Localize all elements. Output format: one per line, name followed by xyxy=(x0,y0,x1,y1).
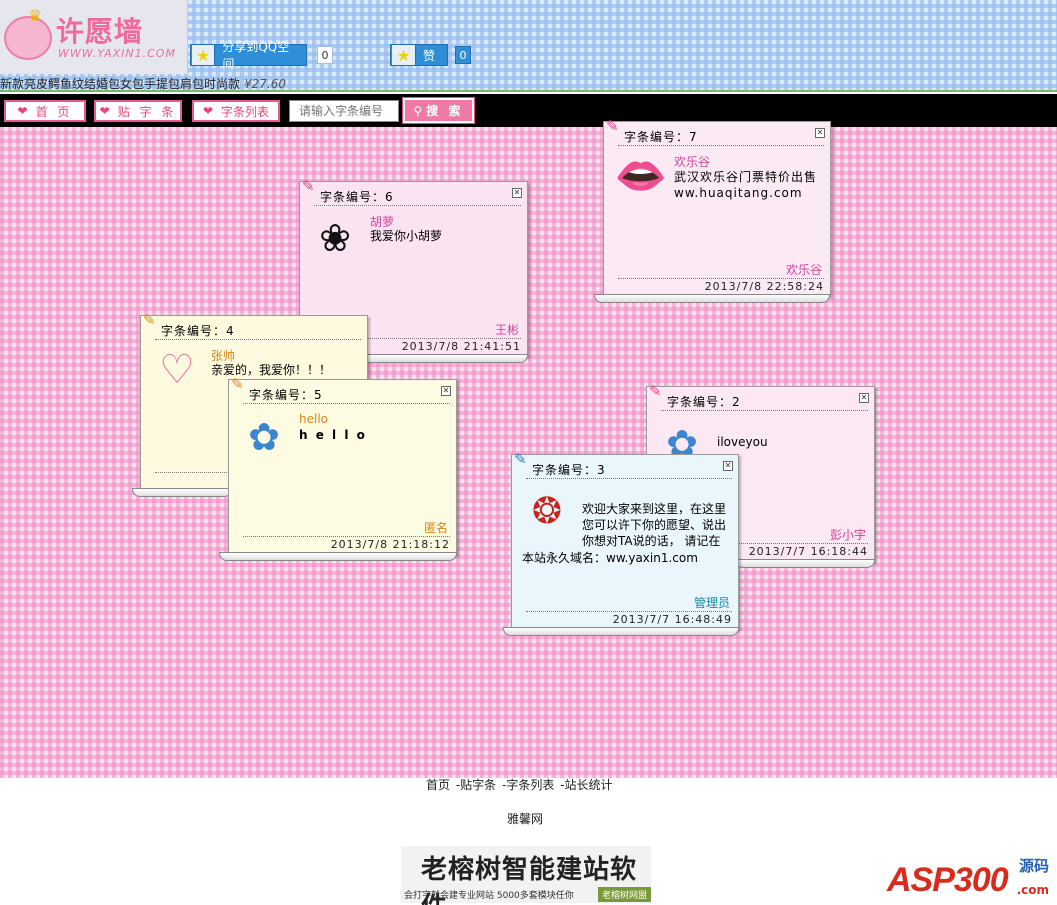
close-icon[interactable]: ✕ xyxy=(441,386,451,396)
note-curl xyxy=(132,488,232,497)
heart-icon: ❤ xyxy=(202,104,214,118)
note-curl xyxy=(503,627,739,636)
note-message: h e l l o xyxy=(299,428,367,442)
star-icon: ★ xyxy=(392,45,416,65)
note-date: 2013/7/7 16:48:49 xyxy=(612,613,732,626)
note-name: hello xyxy=(299,412,328,426)
nav-home-button[interactable]: ❤ 首 页 xyxy=(4,100,86,122)
search-button[interactable]: ⚲ 搜 索 xyxy=(402,97,475,124)
note-date: 2013/7/8 22:58:24 xyxy=(704,280,824,293)
note-label: 字条编号：2 xyxy=(667,395,741,409)
search-input[interactable] xyxy=(289,100,399,122)
like-label: 赞 xyxy=(423,48,436,63)
note-label: 字条编号：4 xyxy=(161,324,235,338)
banner-tag: 老榕树网盟 xyxy=(597,887,651,902)
note-message: 我爱你小胡萝 xyxy=(370,229,443,243)
crown-icon: ♛ xyxy=(28,6,43,25)
pin-icon: ✎ xyxy=(649,382,662,400)
share-qq-label: 分享到QQ空间 xyxy=(222,40,290,71)
note-label: 字条编号：5 xyxy=(249,388,323,402)
love-heart-icon: ♡ xyxy=(159,347,195,393)
note-message: 欢迎大家来到这里，在这里您可以许下你的愿望、说出你想对TA说的话， 请记在 xyxy=(582,502,727,548)
ad-price: ¥27.60 xyxy=(244,77,287,91)
site-logo[interactable]: ♛ 许愿墙 WWW.YAXIN1.COM xyxy=(0,0,188,74)
banner-subtitle: 会打字就会建专业网站 5000多套模块任你 xyxy=(404,891,574,901)
close-icon[interactable]: ✕ xyxy=(815,128,825,138)
fortune-bag-icon: ❂ xyxy=(531,491,563,532)
like-button[interactable]: ★ 赞 xyxy=(390,44,448,66)
rose-icon: ❀ xyxy=(319,216,351,260)
footer-link-post[interactable]: -贴字条 xyxy=(456,778,496,792)
pin-icon: ✎ xyxy=(302,177,315,195)
divider xyxy=(618,278,824,279)
share-qq-button[interactable]: ★ 分享到QQ空间 xyxy=(190,40,307,71)
note-message: 武汉欢乐谷门票特价出售 ww.huaqitang.com xyxy=(674,170,818,200)
divider xyxy=(526,611,732,612)
divider xyxy=(243,403,450,404)
close-icon[interactable]: ✕ xyxy=(723,461,733,471)
note-name: 欢乐谷 xyxy=(674,155,711,169)
logo-title: 许愿墙 xyxy=(56,15,144,48)
nav-post-button[interactable]: ❤ 贴 字 条 xyxy=(94,100,182,122)
heart-icon: ❤ xyxy=(17,104,28,118)
asp300-text: ASP300 xyxy=(887,861,1009,899)
note-sign: 彭小宇 xyxy=(829,528,866,542)
pin-icon: ✎ xyxy=(606,117,619,135)
note-sign: 匿名 xyxy=(423,521,448,535)
note-5[interactable]: ✎ 字条编号：5 ✕ ✿ hello h e l l o 匿名 2013/7/8… xyxy=(228,375,457,555)
star-icon: ★ xyxy=(192,45,216,65)
note-date: 2013/7/8 21:18:12 xyxy=(330,538,450,551)
note-message: iloveyou xyxy=(717,435,768,449)
share-qq-count: 0 xyxy=(317,46,333,64)
note-sign: 管理员 xyxy=(693,596,730,610)
ad-banner[interactable]: 老榕树智能建站软件 会打字就会建专业网站 5000多套模块任你 老榕树网盟 xyxy=(401,846,651,905)
divider xyxy=(526,478,732,479)
divider xyxy=(618,145,824,146)
asp300-com: .com xyxy=(1016,883,1049,897)
divider xyxy=(314,205,521,206)
nav-post-label: 贴 字 条 xyxy=(117,104,177,119)
asp300-yuanma: 源码 xyxy=(1018,857,1049,875)
divider xyxy=(155,339,361,340)
divider xyxy=(243,536,450,537)
ad-text: 新款亮皮鳄鱼纹结婚包女包手提包肩包时尚款 xyxy=(0,77,241,91)
note-sign: 欢乐谷 xyxy=(785,263,822,277)
nav-list-label: 字条列表 xyxy=(221,104,270,119)
note-curl xyxy=(735,559,875,568)
nav-home-label: 首 页 xyxy=(35,104,73,119)
close-icon[interactable]: ✕ xyxy=(512,188,522,198)
note-label: 字条编号：3 xyxy=(532,463,606,477)
search-label: 搜 索 xyxy=(426,104,464,118)
footer-link-stats[interactable]: -站长统计 xyxy=(560,778,612,792)
header: ♛ 许愿墙 WWW.YAXIN1.COM ★ 分享到QQ空间 0 ★ 赞 0 新… xyxy=(0,0,1057,92)
note-sign: 王彬 xyxy=(494,323,519,337)
heart-icon: ❤ xyxy=(99,104,110,118)
footer-link-home[interactable]: 首页 xyxy=(426,778,450,792)
note-message-domain: 本站永久域名：ww.yaxin1.com xyxy=(522,551,698,565)
note-3[interactable]: ✎ 字条编号：3 ✕ ❂ 欢迎大家来到这里，在这里您可以许下你的愿望、说出你想对… xyxy=(511,450,739,630)
site-name: 雅馨网 xyxy=(507,812,544,826)
note-date: 2013/7/8 21:41:51 xyxy=(401,340,521,353)
lips-icon: 👄 xyxy=(614,151,668,200)
pin-icon: ✎ xyxy=(143,311,156,329)
note-curl xyxy=(219,552,457,561)
footer-link-list[interactable]: -字条列表 xyxy=(502,778,554,792)
note-label: 字条编号：7 xyxy=(624,130,698,144)
footer-links: 首页 -贴字条 -字条列表 -站长统计 xyxy=(426,776,615,793)
like-count: 0 xyxy=(455,46,471,64)
close-icon[interactable]: ✕ xyxy=(859,393,869,403)
ad-link[interactable]: 新款亮皮鳄鱼纹结婚包女包手提包肩包时尚款 ¥27.60 xyxy=(0,75,286,92)
note-curl xyxy=(594,294,830,303)
asp300-logo[interactable]: ASP300 源码 .com xyxy=(883,851,1053,903)
divider xyxy=(661,410,868,411)
pin-icon: ✎ xyxy=(231,375,244,393)
search-icon: ⚲ xyxy=(413,103,423,118)
pin-icon: ✎ xyxy=(514,450,527,468)
note-date: 2013/7/7 16:18:44 xyxy=(748,545,868,558)
note-7[interactable]: ✎ 字条编号：7 ✕ 👄 欢乐谷 武汉欢乐谷门票特价出售 ww.huaqitan… xyxy=(603,117,831,297)
logo-url: WWW.YAXIN1.COM xyxy=(58,47,176,60)
note-label: 字条编号：6 xyxy=(320,190,394,204)
nav-list-button[interactable]: ❤ 字条列表 xyxy=(192,100,280,122)
blue-flowers-icon: ✿ xyxy=(248,415,280,459)
